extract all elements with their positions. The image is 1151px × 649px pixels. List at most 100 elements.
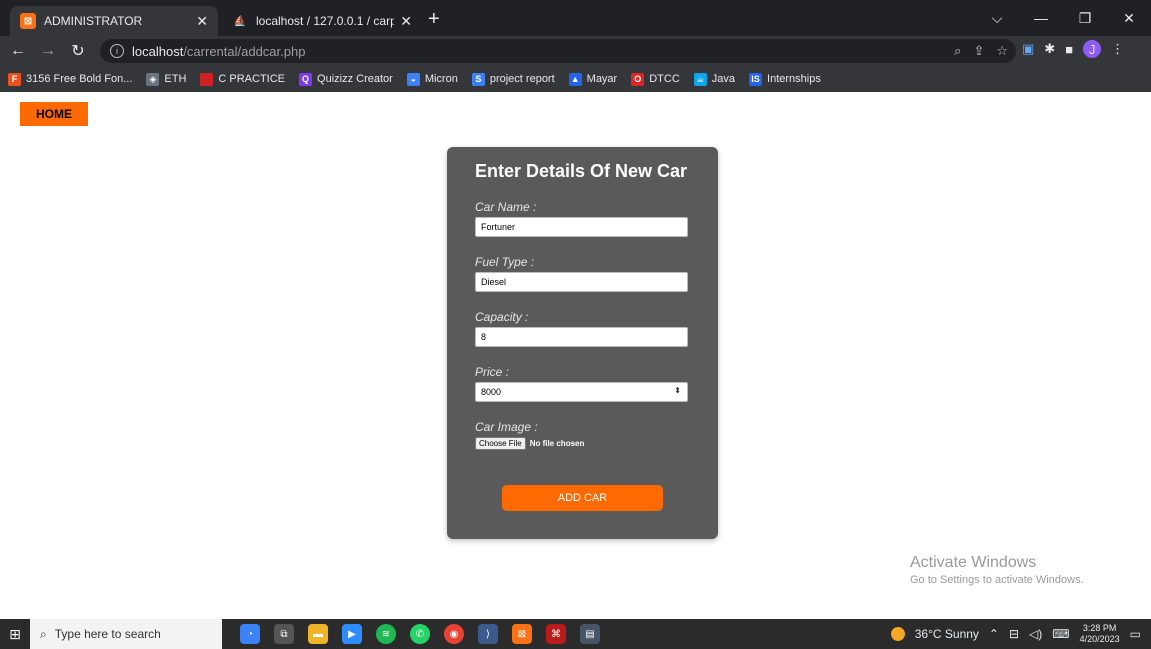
puzzle-icon[interactable]: ✱ <box>1044 41 1055 57</box>
close-tab-icon[interactable]: ✕ <box>400 13 412 30</box>
bookmark-label: DTCC <box>649 73 680 85</box>
close-tab-icon[interactable]: ✕ <box>196 13 208 30</box>
java-icon: ☕ <box>693 72 707 86</box>
phpmyadmin-icon: ⛵ <box>233 15 247 27</box>
bookmark-java[interactable]: ☕ Java <box>693 72 736 86</box>
fuel-type-input[interactable]: Diesel <box>475 272 688 292</box>
whatsapp-icon[interactable]: ✆ <box>410 624 430 644</box>
restore-icon[interactable]: ❐ <box>1063 0 1107 36</box>
watermark-title: Activate Windows <box>910 554 1037 571</box>
font-icon: F <box>8 72 21 86</box>
share-icon[interactable]: ⇪ <box>973 43 984 59</box>
price-input[interactable]: 8000 ⬍ <box>475 382 688 402</box>
task-view-icon[interactable]: ⧉ <box>274 624 294 644</box>
xampp-icon: ⊠ <box>20 13 36 29</box>
fuel-type-label: Fuel Type : <box>475 255 535 269</box>
spotify-icon[interactable]: ≋ <box>376 624 396 644</box>
add-car-button[interactable]: ADD CAR <box>502 485 663 511</box>
bookmark-fonts[interactable]: F 3156 Free Bold Fon... <box>8 72 133 86</box>
home-button[interactable]: HOME <box>20 102 88 126</box>
bookmark-label: Mayar <box>586 73 618 85</box>
bookmark-label: 3156 Free Bold Fon... <box>26 73 133 85</box>
bookmark-mayar[interactable]: ▲ Mayar <box>568 72 618 86</box>
address-bar[interactable]: i localhost /carrental/addcar.php ⌕ ⇪ ☆ <box>100 39 1016 63</box>
extensions-area: ▣ ✱ ■ J ⋮ <box>1022 40 1124 58</box>
form-title: Enter Details Of New Car <box>475 161 688 181</box>
tab-administrator[interactable]: ⊠ ADMINISTRATOR ✕ <box>10 6 218 36</box>
clock[interactable]: 3:28 PM 4/20/2023 <box>1080 623 1120 645</box>
chrome-icon[interactable]: ◉ <box>444 624 464 644</box>
system-tray: 36°C Sunny ⌃ ⊟ ◁) ⌨ 3:28 PM 4/20/2023 ▭ <box>890 619 1141 649</box>
taskbar-search[interactable]: ⌕ Type here to search <box>30 619 222 649</box>
url-host: localhost <box>132 43 184 59</box>
sidepanel-icon[interactable]: ■ <box>1065 42 1073 57</box>
page-content: HOME Enter Details Of New Car Car Name :… <box>0 92 1151 619</box>
tab-title: ADMINISTRATOR <box>44 14 143 28</box>
car-name-label: Car Name : <box>475 200 537 214</box>
forward-icon[interactable]: → <box>36 42 60 60</box>
keyboard-icon[interactable]: ⌨ <box>1052 627 1069 641</box>
bookmark-eth[interactable]: ◈ ETH <box>146 72 187 86</box>
bookmark-micron[interactable]: ◒ Micron <box>406 72 458 86</box>
taskbar-apps: ◔ ⧉ ▬ ▶ ≋ ✆ ◉ ⟩ ⊠ ⌘ ▤ <box>240 624 600 644</box>
cortana-icon[interactable]: ◔ <box>240 624 260 644</box>
translate-icon[interactable]: ▣ <box>1022 41 1034 57</box>
tab-title: localhost / 127.0.0.1 / carproject <box>256 14 395 28</box>
star-icon[interactable]: ☆ <box>996 43 1008 59</box>
zoom-icon[interactable]: ⌕ <box>954 43 961 59</box>
choose-file-button[interactable]: Choose File <box>475 437 526 450</box>
weather-text[interactable]: 36°C Sunny <box>915 627 979 641</box>
taskbar: ⊞ ⌕ Type here to search ◔ ⧉ ▬ ▶ ≋ ✆ ◉ ⟩ … <box>0 619 1151 649</box>
bookmark-quizizz[interactable]: Q Quizizz Creator <box>299 72 393 86</box>
bookmark-label: Java <box>711 73 736 85</box>
xampp-taskbar-icon[interactable]: ⊠ <box>512 624 532 644</box>
tab-phpmyadmin[interactable]: ⛵ localhost / 127.0.0.1 / carproject ✕ <box>222 6 422 36</box>
new-tab-icon[interactable]: + <box>428 8 440 31</box>
activate-windows-watermark: Activate Windows Go to Settings to activ… <box>910 554 1084 586</box>
tray-chevron-icon[interactable]: ⌃ <box>989 627 999 641</box>
zoom-app-icon[interactable]: ▶ <box>342 624 362 644</box>
bookmark-internships[interactable]: IS Internships <box>749 72 821 86</box>
minimize-icon[interactable]: — <box>1019 0 1063 36</box>
notification-icon[interactable]: ▭ <box>1130 627 1141 641</box>
chevron-down-icon[interactable]: ⌵ <box>975 0 1019 36</box>
mayar-icon: ▲ <box>568 72 582 86</box>
capacity-input[interactable]: 8 <box>475 327 688 347</box>
capacity-label: Capacity : <box>475 310 529 324</box>
acrobat-icon[interactable]: ⌘ <box>546 624 566 644</box>
bookmark-project-report[interactable]: Sproject report <box>471 72 555 86</box>
search-placeholder: Type here to search <box>54 627 161 641</box>
info-icon[interactable]: i <box>110 44 124 58</box>
internshala-icon: IS <box>749 72 763 86</box>
car-image-label: Car Image : <box>475 420 538 434</box>
tab-bar: ⊠ ADMINISTRATOR ✕ ⛵ localhost / 127.0.0.… <box>0 0 1151 36</box>
bookmark-dtcc[interactable]: O DTCC <box>631 72 680 86</box>
bookmark-label: Internships <box>767 73 821 85</box>
menu-icon[interactable]: ⋮ <box>1111 41 1124 57</box>
avatar[interactable]: J <box>1083 40 1102 58</box>
url-path: /carrental/addcar.php <box>183 43 306 59</box>
file-explorer-icon[interactable]: ▬ <box>308 624 328 644</box>
quizizz-icon: Q <box>299 72 313 86</box>
micron-icon: ◒ <box>406 72 420 86</box>
add-car-form: Enter Details Of New Car Car Name : Fort… <box>447 147 718 539</box>
vscode-icon[interactable]: ⟩ <box>478 624 498 644</box>
file-input: Choose File No file chosen <box>475 437 718 450</box>
bookmark-label: ETH <box>164 73 187 85</box>
reload-icon[interactable]: ↻ <box>66 41 90 61</box>
windows-start-icon[interactable]: ⊞ <box>0 619 30 649</box>
bookmark-label: Micron <box>424 73 458 85</box>
close-window-icon[interactable]: ✕ <box>1107 0 1151 36</box>
back-icon[interactable]: ← <box>6 42 30 60</box>
spinner-icon[interactable]: ⬍ <box>674 386 681 395</box>
network-icon[interactable]: ⊟ <box>1009 627 1019 641</box>
browser-toolbar: ← → ↻ i localhost /carrental/addcar.php … <box>0 36 1151 66</box>
bookmark-c-practice[interactable]: C PRACTICE <box>200 72 285 86</box>
window-controls: ⌵ — ❐ ✕ <box>975 0 1151 36</box>
volume-icon[interactable]: ◁) <box>1029 627 1042 641</box>
notepad-icon[interactable]: ▤ <box>580 624 600 644</box>
car-name-input[interactable]: Fortuner <box>475 217 688 237</box>
price-label: Price : <box>475 365 510 379</box>
oracle-icon: O <box>631 72 645 86</box>
sun-icon <box>890 627 905 641</box>
